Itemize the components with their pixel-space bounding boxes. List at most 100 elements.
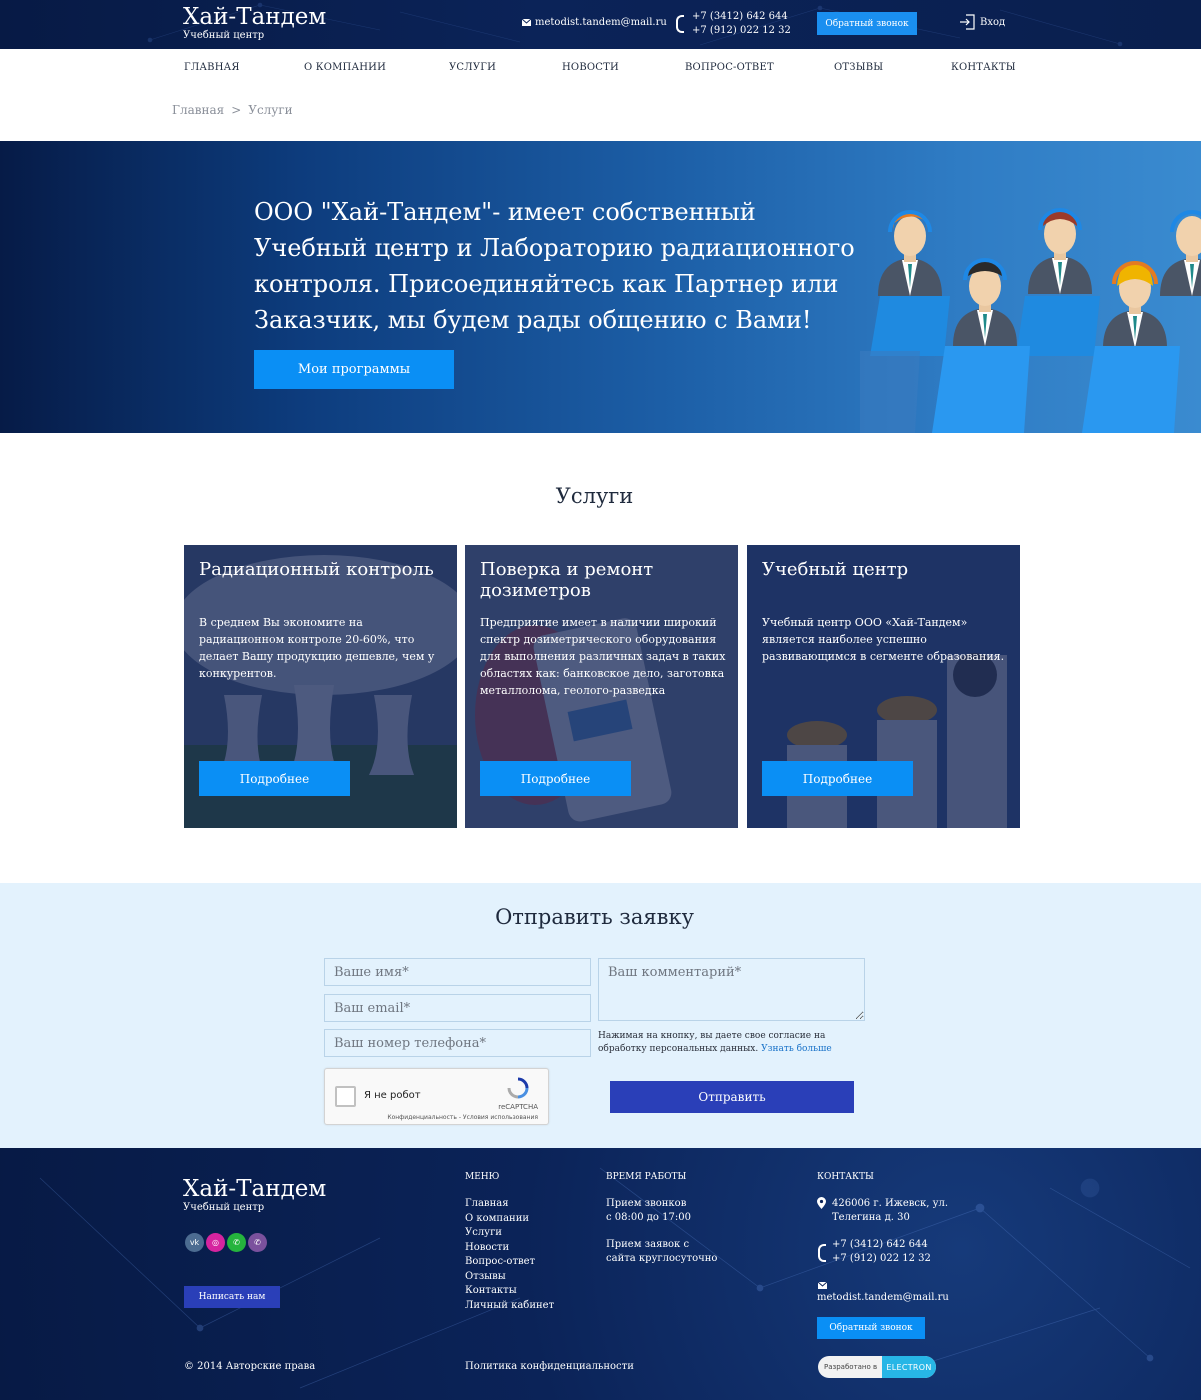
recaptcha-widget: Я не робот reCAPTCHA Конфиденциальность … [324,1068,549,1125]
footer-menu-item[interactable]: Главная [465,1197,554,1212]
hours-requests-label: Прием заявок с [606,1239,690,1250]
login-link[interactable]: Вход [958,13,1005,31]
footer-phone-2[interactable]: +7 (912) 022 12 32 [832,1252,931,1266]
main-nav: Главная О компании Услуги Новости Вопрос… [0,62,1201,82]
footer-hours-requests: Прием заявок с сайта круглосуточно [606,1238,717,1266]
footer-menu-item[interactable]: Вопрос-ответ [465,1255,554,1270]
footer-menu-title: Меню [465,1172,500,1182]
footer-contacts-title: Контакты [817,1172,874,1182]
brand-subtitle: Учебный центр [183,30,265,41]
viber-icon[interactable]: ✆ [248,1233,267,1252]
breadcrumb: Главная > Услуги [172,103,293,117]
footer-brand[interactable]: Хай-Тандем Учебный центр [183,1176,326,1213]
email-field[interactable] [324,994,591,1022]
login-icon [960,14,975,30]
developer-badge[interactable]: Разработано в ELECTRON [818,1356,936,1378]
footer-hours-title: Время работы [606,1172,687,1182]
envelope-icon [818,1282,827,1289]
footer-callback-button[interactable]: Обратный звонок [817,1317,925,1339]
recaptcha-label: Я не робот [364,1090,421,1101]
recaptcha-brand: reCAPTCHA [498,1103,538,1111]
copyright: © 2014 Авторские права [184,1361,316,1372]
phone-field[interactable] [324,1029,591,1057]
envelope-icon [522,19,531,26]
more-button[interactable]: Подробнее [199,761,350,796]
instagram-icon[interactable]: ◎ [206,1233,225,1252]
service-card-dosimeters[interactable]: Поверка и ремонт дозиметров Предприятие … [465,545,738,828]
call-center-people-illustration [860,208,1201,433]
hours-requests-time: сайта круглосуточно [606,1253,718,1264]
comment-field[interactable] [598,958,865,1021]
footer-menu-item[interactable]: Услуги [465,1226,554,1241]
electron-logo: ELECTRON [882,1356,936,1378]
header-email-link[interactable]: metodist.tandem@mail.ru [522,17,667,28]
service-card-training[interactable]: Учебный центр Учебный центр ООО «Хай-Тан… [747,545,1020,828]
recaptcha-checkbox[interactable] [335,1086,356,1107]
brand-name: Хай-Тандем [183,4,327,30]
footer-email[interactable]: metodist.tandem@mail.ru [817,1291,949,1305]
nav-item-about[interactable]: О компании [304,62,386,73]
more-button[interactable]: Подробнее [480,761,631,796]
header-phone-2[interactable]: +7 (912) 022 12 32 [692,24,791,38]
services-title: Услуги [555,484,634,508]
nav-item-services[interactable]: Услуги [449,62,496,73]
name-field[interactable] [324,958,591,986]
consent-note: Нажимая на кнопку, вы даете свое согласи… [598,1030,873,1056]
header-email: metodist.tandem@mail.ru [535,17,667,28]
privacy-policy-link[interactable]: Политика конфиденциальности [465,1361,634,1372]
service-card-radiation[interactable]: Радиационный контроль В среднем Вы эконо… [184,545,457,828]
footer-address: 426006 г. Ижевск, ул. Телегина д. 30 [832,1197,948,1225]
nav-item-reviews[interactable]: Отзывы [834,62,883,73]
footer-brand-subtitle: Учебный центр [183,1202,265,1213]
footer-hours-calls: Прием звонков с 08:00 до 17:00 [606,1197,691,1225]
footer-menu-item[interactable]: Контакты [465,1284,554,1299]
login-label: Вход [980,16,1006,28]
breadcrumb-current: Услуги [248,103,293,117]
top-bar: Хай-Тандем Учебный центр metodist.tandem… [0,0,1201,49]
hero-banner: ООО "Хай-Тандем"- имеет собственный Учеб… [0,141,1201,433]
vk-icon[interactable]: vk [185,1233,204,1252]
whatsapp-icon[interactable]: ✆ [227,1233,246,1252]
footer-menu-item[interactable]: О компании [465,1212,554,1227]
address-line-1: 426006 г. Ижевск, ул. [832,1198,949,1209]
breadcrumb-home[interactable]: Главная [172,103,224,117]
phone-icon [676,15,684,33]
footer-menu-item[interactable]: Личный кабинет [465,1299,554,1314]
recaptcha-terms-link[interactable]: Конфиденциальность - Условия использован… [387,1114,538,1121]
service-card-title: Радиационный контроль [199,559,434,580]
hours-calls-time: с 08:00 до 17:00 [606,1212,691,1223]
nav-item-faq[interactable]: Вопрос-ответ [685,62,774,73]
hours-calls-label: Прием звонков [606,1198,687,1209]
service-card-title: Учебный центр [762,559,909,580]
submit-button[interactable]: Отправить [610,1081,854,1113]
recaptcha-logo-icon [507,1077,529,1099]
request-form-title: Отправить заявку [495,905,694,929]
nav-item-home[interactable]: Главная [184,62,240,73]
service-card-title: Поверка и ремонт дозиметров [480,559,654,601]
write-us-button[interactable]: Написать нам [184,1286,280,1308]
footer-menu: Главная О компании Услуги Новости Вопрос… [465,1197,554,1313]
nav-item-news[interactable]: Новости [562,62,619,73]
service-card-text: Предприятие имеет в наличии широкий спек… [480,616,726,697]
location-pin-icon [817,1197,826,1209]
nav-item-contacts[interactable]: Контакты [951,62,1016,73]
footer-menu-item[interactable]: Отзывы [465,1270,554,1285]
service-card-text: Учебный центр ООО «Хай-Тандем» является … [762,616,1005,663]
footer-brand-name: Хай-Тандем [183,1176,327,1202]
more-button[interactable]: Подробнее [762,761,913,796]
consent-learn-more-link[interactable]: Узнать больше [761,1044,832,1054]
breadcrumb-separator: > [231,103,242,117]
social-links: vk ◎ ✆ ✆ [185,1233,267,1252]
service-card-text: В среднем Вы экономите на радиационном к… [199,616,435,680]
header-callback-button[interactable]: Обратный звонок [817,12,917,35]
header-brand[interactable]: Хай-Тандем Учебный центр [183,4,326,42]
hero-text: ООО "Хай-Тандем"- имеет собственный Учеб… [254,198,855,334]
footer-menu-item[interactable]: Новости [465,1241,554,1256]
header-phones: +7 (3412) 642 644 +7 (912) 022 12 32 [676,10,791,38]
phone-icon [818,1244,826,1262]
header-phone-1[interactable]: +7 (3412) 642 644 [692,10,791,24]
my-programs-button[interactable]: Мои программы [254,350,454,389]
address-line-2: Телегина д. 30 [832,1212,910,1223]
footer-phone-1[interactable]: +7 (3412) 642 644 [832,1238,931,1252]
developer-badge-label: Разработано в [824,1363,878,1371]
